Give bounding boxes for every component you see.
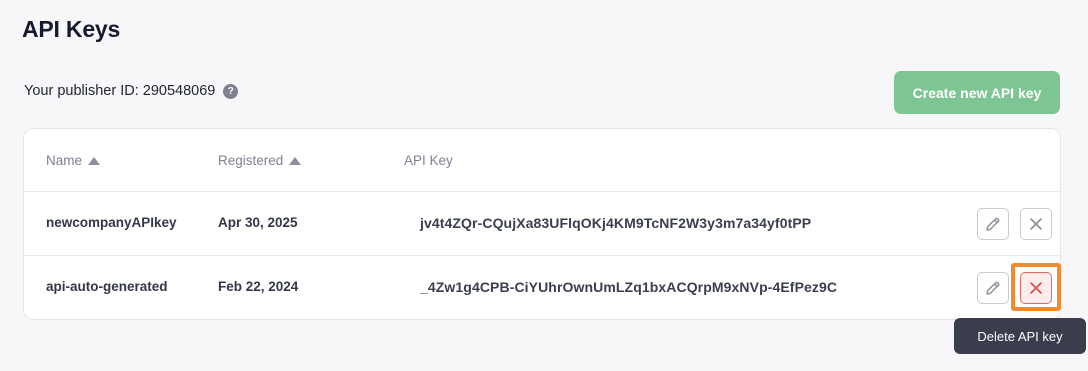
key-name: api-auto-generated (46, 279, 168, 294)
api-keys-table: Name Registered API Key newcompanyAPIkey… (23, 128, 1061, 320)
close-icon (1030, 218, 1042, 230)
pencil-icon (986, 217, 1000, 231)
tooltip: Delete API key (954, 318, 1086, 354)
sort-ascending-icon[interactable] (88, 156, 101, 165)
help-icon[interactable]: ? (223, 83, 239, 99)
api-keys-page: API Keys Your publisher ID: 290548069 ? … (0, 0, 1088, 371)
column-header-name-label: Name (46, 153, 83, 168)
pencil-icon (986, 281, 1000, 295)
page-title: API Keys (22, 16, 121, 42)
publisher-id: Your publisher ID: 290548069 ? (24, 83, 239, 99)
create-api-key-button[interactable]: Create new API key (894, 71, 1060, 114)
table-row: newcompanyAPIkey Apr 30, 2025 jv4t4ZQr-C… (24, 192, 1060, 256)
column-header-api-key: API Key (404, 153, 453, 168)
key-registered-date: Apr 30, 2025 (218, 215, 298, 230)
sort-ascending-icon[interactable] (289, 156, 302, 165)
table-header: Name Registered API Key (24, 129, 1060, 192)
key-registered-date: Feb 22, 2024 (218, 279, 299, 294)
key-name: newcompanyAPIkey (46, 215, 177, 230)
edit-key-button[interactable] (977, 208, 1009, 240)
api-key-value: _4Zw1g4CPB-CiYUhrOwnUmLZq1bxACQrpM9xNVp-… (420, 279, 838, 295)
api-key-value: jv4t4ZQr-CQujXa83UFlqOKj4KM9TcNF2W3y3m7a… (420, 215, 812, 231)
delete-button-highlight (1011, 263, 1061, 311)
publisher-id-label: Your publisher ID: 290548069 (24, 83, 216, 99)
column-header-name[interactable]: Name (46, 153, 101, 168)
table-row: api-auto-generated Feb 22, 2024 _4Zw1g4C… (24, 256, 1060, 319)
column-header-registered-label: Registered (218, 153, 284, 168)
edit-key-button[interactable] (977, 272, 1009, 304)
delete-key-button[interactable] (1020, 208, 1052, 240)
column-header-api-key-label: API Key (404, 153, 453, 168)
column-header-registered[interactable]: Registered (218, 153, 302, 168)
